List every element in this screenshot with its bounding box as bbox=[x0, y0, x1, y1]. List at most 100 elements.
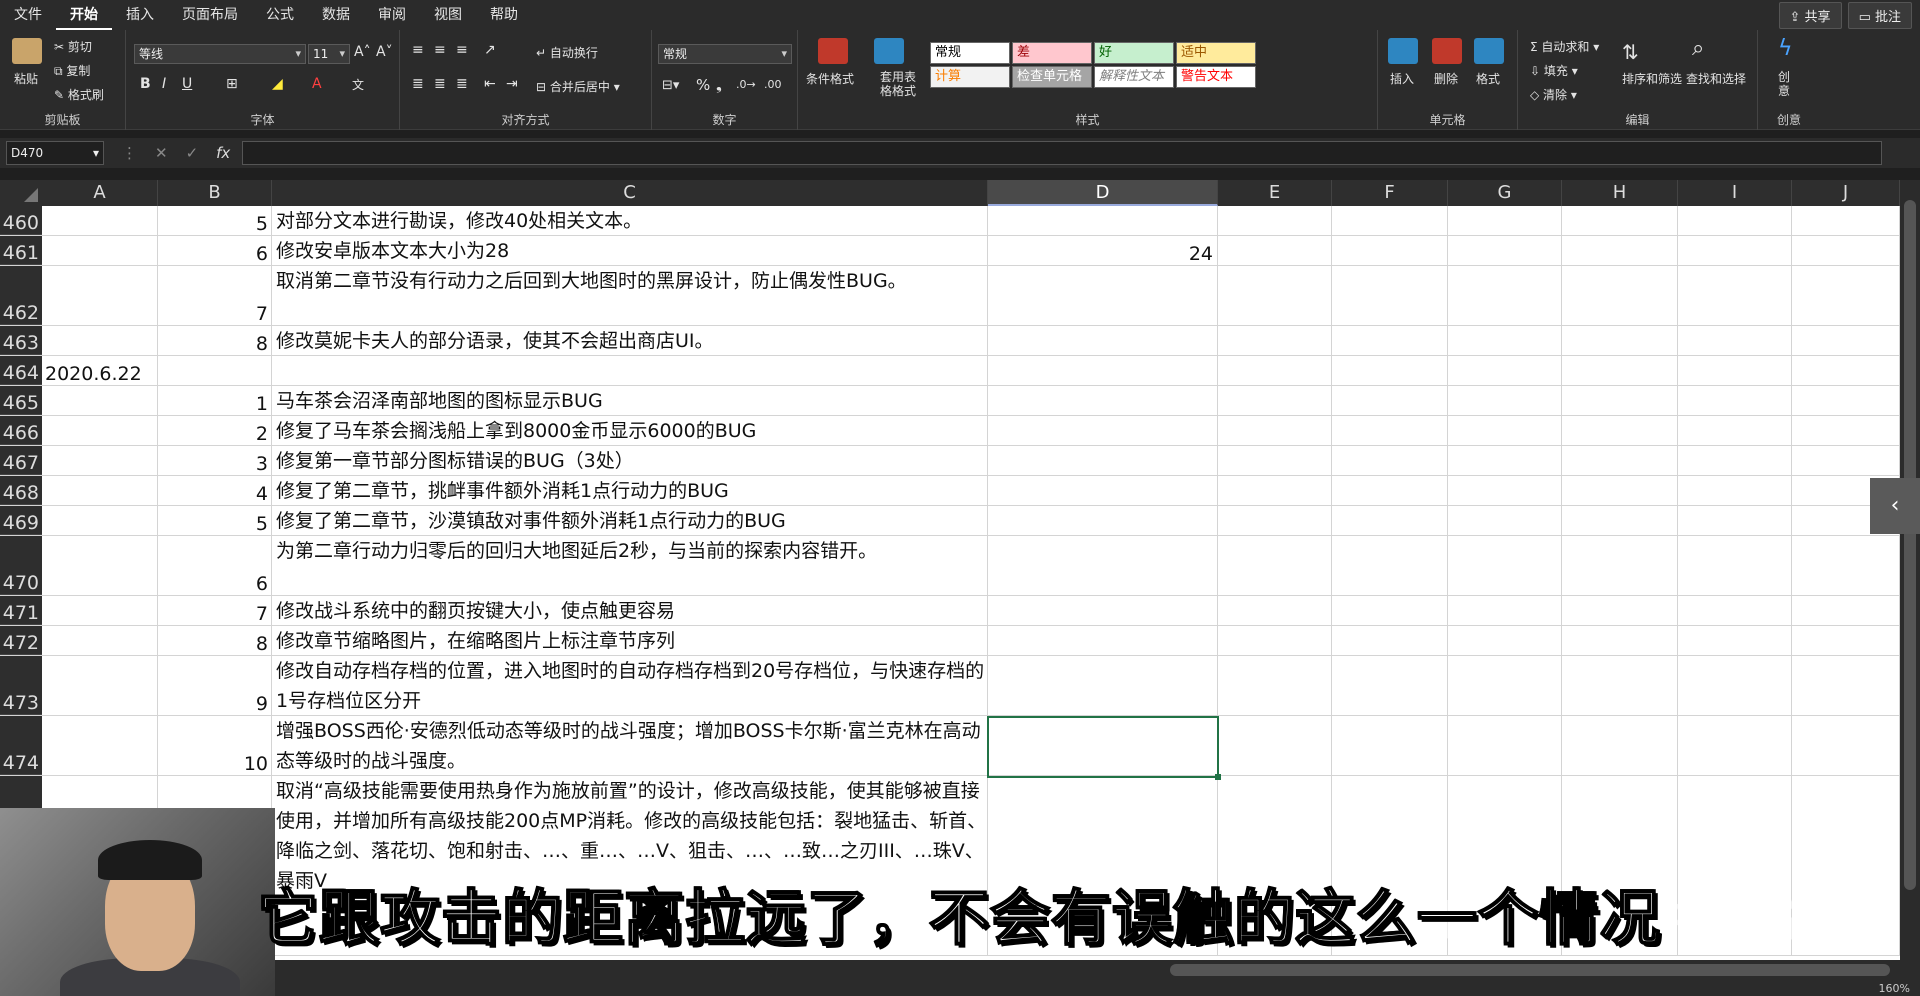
cell-e[interactable] bbox=[1218, 326, 1332, 355]
cell-d[interactable] bbox=[988, 446, 1218, 475]
cell-b[interactable]: 9 bbox=[158, 656, 272, 715]
cell-f[interactable] bbox=[1332, 446, 1448, 475]
cell-f[interactable] bbox=[1332, 266, 1448, 325]
cell-i[interactable] bbox=[1678, 626, 1792, 655]
align-left-icon[interactable]: ≣ bbox=[412, 76, 424, 92]
cell-e[interactable] bbox=[1218, 236, 1332, 265]
decrease-decimal-icon[interactable]: .00 bbox=[764, 78, 782, 91]
cell-b[interactable]: 6 bbox=[158, 236, 272, 265]
cell-i[interactable] bbox=[1678, 386, 1792, 415]
row-header[interactable]: 464 bbox=[0, 356, 42, 385]
cell-g[interactable] bbox=[1448, 206, 1562, 235]
cell-i[interactable] bbox=[1678, 206, 1792, 235]
row-header[interactable]: 471 bbox=[0, 596, 42, 625]
cell-b[interactable] bbox=[158, 356, 272, 385]
cell-c[interactable]: 取消第二章节没有行动力之后回到大地图时的黑屏设计，防止偶发性BUG。 bbox=[272, 266, 988, 325]
column-header-g[interactable]: G bbox=[1448, 180, 1562, 206]
cell-h[interactable] bbox=[1562, 596, 1678, 625]
percent-icon[interactable]: % bbox=[696, 76, 710, 94]
cell-j[interactable] bbox=[1792, 206, 1900, 235]
cell-c[interactable]: 为第二章行动力归零后的回归大地图延后2秒，与当前的探索内容错开。 bbox=[272, 536, 988, 595]
cell-i[interactable] bbox=[1678, 596, 1792, 625]
cell-a[interactable] bbox=[42, 656, 158, 715]
cell-c[interactable] bbox=[272, 356, 988, 385]
cell-g[interactable] bbox=[1448, 236, 1562, 265]
cell-j[interactable] bbox=[1792, 266, 1900, 325]
cell-style-swatch[interactable]: 检查单元格 bbox=[1012, 66, 1092, 88]
cut-button[interactable]: ✂ 剪切 bbox=[54, 38, 92, 55]
cell-i[interactable] bbox=[1678, 356, 1792, 385]
cell-b[interactable]: 8 bbox=[158, 626, 272, 655]
cell-b[interactable]: 7 bbox=[158, 596, 272, 625]
insert-function-icon[interactable]: fx bbox=[216, 144, 230, 162]
clear-button[interactable]: ◇ 清除 ▾ bbox=[1530, 86, 1577, 103]
column-header-h[interactable]: H bbox=[1562, 180, 1678, 206]
tab-review[interactable]: 审阅 bbox=[364, 0, 420, 30]
cell-d[interactable] bbox=[988, 626, 1218, 655]
cell-d[interactable]: 24 bbox=[988, 236, 1218, 265]
zoom-level[interactable]: 160% bbox=[1879, 982, 1910, 995]
format-cells-button[interactable]: 格式 bbox=[1476, 70, 1500, 87]
cell-i[interactable] bbox=[1678, 416, 1792, 445]
sort-filter-button[interactable]: 排序和筛选 bbox=[1622, 70, 1682, 87]
tab-help[interactable]: 帮助 bbox=[476, 0, 532, 30]
cell-f[interactable] bbox=[1332, 716, 1448, 775]
cell-g[interactable] bbox=[1448, 266, 1562, 325]
cell-h[interactable] bbox=[1562, 266, 1678, 325]
cell-d[interactable] bbox=[988, 416, 1218, 445]
cell-f[interactable] bbox=[1332, 326, 1448, 355]
cell-style-swatch[interactable]: 警告文本 bbox=[1176, 66, 1256, 88]
cell-a[interactable]: 2020.6.22 bbox=[42, 356, 158, 385]
column-header-i[interactable]: I bbox=[1678, 180, 1792, 206]
table-format-icon[interactable] bbox=[874, 38, 904, 64]
cell-e[interactable] bbox=[1218, 716, 1332, 775]
bold-button[interactable]: B bbox=[140, 76, 151, 92]
merge-center-button[interactable]: ⊟ 合并后居中 ▾ bbox=[536, 78, 620, 95]
share-button[interactable]: ⇪ 共享 bbox=[1778, 1, 1842, 29]
enter-icon[interactable]: ✓ bbox=[186, 144, 199, 162]
cell-h[interactable] bbox=[1562, 386, 1678, 415]
vertical-scrollbar[interactable] bbox=[1900, 180, 1920, 960]
increase-decimal-icon[interactable]: .0→ bbox=[736, 78, 756, 91]
cell-f[interactable] bbox=[1332, 356, 1448, 385]
tab-view[interactable]: 视图 bbox=[420, 0, 476, 30]
cell-c[interactable]: 修复了第二章节，挑衅事件额外消耗1点行动力的BUG bbox=[272, 476, 988, 505]
cell-g[interactable] bbox=[1448, 356, 1562, 385]
cell-j[interactable] bbox=[1792, 326, 1900, 355]
orientation-icon[interactable]: ↗ bbox=[484, 42, 496, 58]
tab-formulas[interactable]: 公式 bbox=[252, 0, 308, 30]
cell-d[interactable] bbox=[988, 386, 1218, 415]
autosum-button[interactable]: Σ 自动求和 ▾ bbox=[1530, 38, 1599, 55]
comma-icon[interactable]: ❟ bbox=[716, 76, 722, 94]
delete-cells-button[interactable]: 删除 bbox=[1434, 70, 1458, 87]
italic-button[interactable]: I bbox=[162, 76, 166, 92]
cell-j[interactable] bbox=[1792, 416, 1900, 445]
cell-d[interactable] bbox=[988, 356, 1218, 385]
insert-cells-icon[interactable] bbox=[1388, 38, 1418, 64]
cell-f[interactable] bbox=[1332, 206, 1448, 235]
cell-f[interactable] bbox=[1332, 476, 1448, 505]
cell-b[interactable]: 7 bbox=[158, 266, 272, 325]
align-right-icon[interactable]: ≣ bbox=[456, 76, 468, 92]
cell-d[interactable] bbox=[988, 596, 1218, 625]
cell-a[interactable] bbox=[42, 416, 158, 445]
font-color-icon[interactable]: A bbox=[312, 76, 322, 92]
cell-i[interactable] bbox=[1678, 476, 1792, 505]
font-size-select[interactable]: 11 bbox=[308, 44, 350, 64]
name-box[interactable]: D470 bbox=[6, 141, 104, 165]
row-header[interactable]: 472 bbox=[0, 626, 42, 655]
table-format-button[interactable]: 套用表格格式 bbox=[878, 70, 918, 98]
cell-i[interactable] bbox=[1678, 326, 1792, 355]
paste-button[interactable]: 粘贴 bbox=[14, 70, 38, 87]
column-header-d[interactable]: D bbox=[988, 180, 1218, 206]
cell-d[interactable] bbox=[988, 326, 1218, 355]
cell-h[interactable] bbox=[1562, 536, 1678, 595]
number-format-select[interactable]: 常规 bbox=[658, 44, 792, 64]
cell-f[interactable] bbox=[1332, 536, 1448, 595]
cell-f[interactable] bbox=[1332, 236, 1448, 265]
cell-h[interactable] bbox=[1562, 236, 1678, 265]
tab-home[interactable]: 开始 bbox=[56, 0, 112, 30]
cell-a[interactable] bbox=[42, 626, 158, 655]
row-header[interactable]: 468 bbox=[0, 476, 42, 505]
cell-style-swatch[interactable]: 计算 bbox=[930, 66, 1010, 88]
